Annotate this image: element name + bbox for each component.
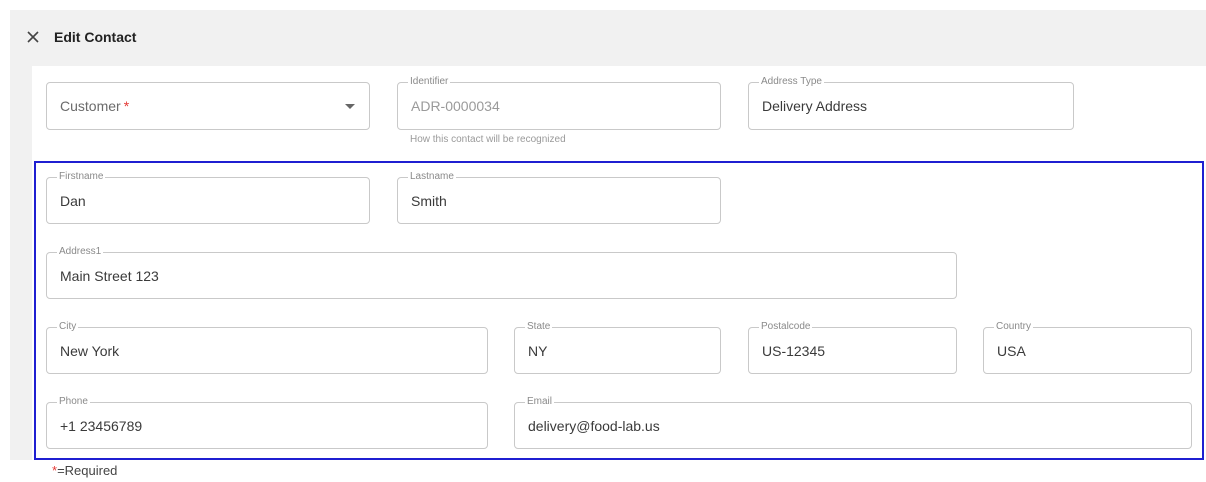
identifier-field[interactable]: Identifier ADR-0000034: [397, 76, 721, 130]
postalcode-value: US-12345: [762, 342, 826, 359]
lastname-value: Smith: [411, 192, 447, 209]
country-value: USA: [997, 342, 1026, 359]
chevron-down-icon[interactable]: [345, 104, 355, 109]
required-note: *=Required: [52, 463, 117, 478]
address1-field[interactable]: Address1 Main Street 123: [46, 246, 957, 299]
address1-value: Main Street 123: [60, 267, 159, 284]
state-value: NY: [528, 342, 548, 359]
firstname-value: Dan: [60, 192, 86, 209]
customer-placeholder: Customer *: [60, 83, 129, 129]
email-field[interactable]: Email delivery@food-lab.us: [514, 396, 1192, 449]
customer-label: Customer: [60, 98, 121, 114]
country-field[interactable]: Country USA: [983, 321, 1192, 374]
phone-field[interactable]: Phone +1 23456789: [46, 396, 488, 449]
address-type-value: Delivery Address: [762, 98, 868, 114]
phone-value: +1 23456789: [60, 417, 143, 434]
identifier-value: ADR-0000034: [411, 98, 500, 114]
lastname-field[interactable]: Lastname Smith: [397, 171, 721, 224]
identifier-helper-text: How this contact will be recognized: [410, 134, 566, 145]
city-value: New York: [60, 342, 120, 359]
page-title: Edit Contact: [54, 29, 137, 45]
dialog-header: Edit Contact: [10, 10, 1206, 66]
address-type-field[interactable]: Address Type Delivery Address: [748, 76, 1074, 130]
customer-select[interactable]: Customer *: [46, 82, 370, 130]
state-field[interactable]: State NY: [514, 321, 721, 374]
email-value: delivery@food-lab.us: [528, 417, 660, 434]
required-note-text: =Required: [57, 463, 118, 478]
postalcode-field[interactable]: Postalcode US-12345: [748, 321, 957, 374]
firstname-field[interactable]: Firstname Dan: [46, 171, 370, 224]
close-icon[interactable]: [24, 28, 42, 46]
required-mark: *: [123, 98, 130, 114]
city-field[interactable]: City New York: [46, 321, 488, 374]
left-margin-strip: [10, 66, 32, 460]
